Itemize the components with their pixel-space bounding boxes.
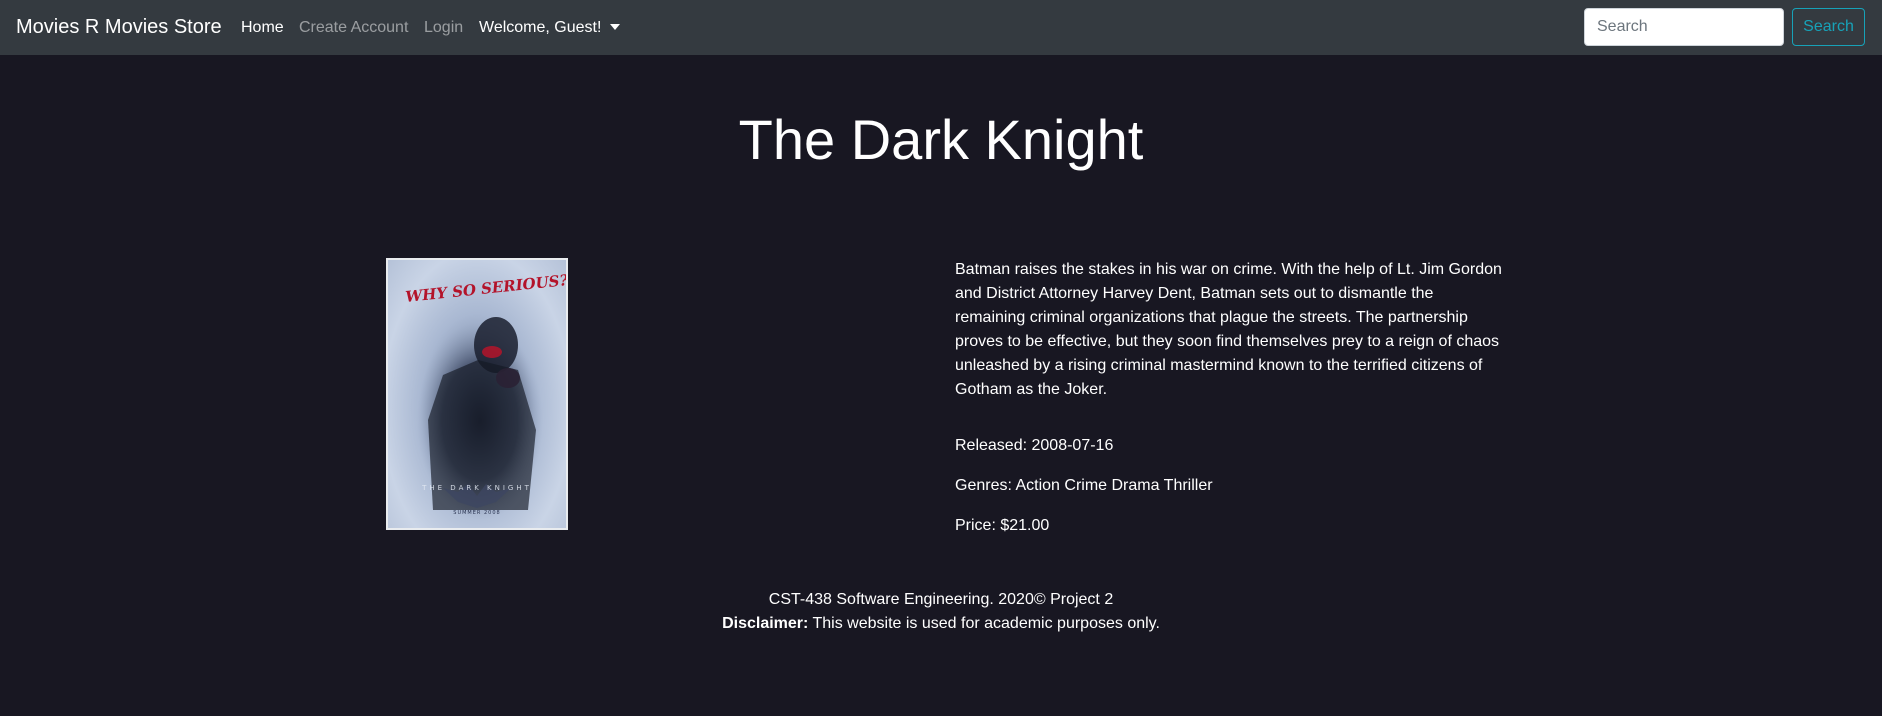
movie-genres: Genres: Action Crime Drama Thriller [955, 477, 1213, 494]
user-dropdown-label: Welcome, Guest! [479, 18, 602, 36]
movie-description: Batman raises the stakes in his war on c… [955, 261, 1502, 398]
navbar: Movies R Movies Store Home Create Accoun… [0, 0, 1882, 55]
poster-title-text: THE DARK KNIGHT [421, 484, 532, 492]
poster-date-text: SUMMER 2008 [453, 510, 500, 516]
nav-home-link[interactable]: Home [241, 0, 284, 55]
movie-title: The Dark Knight [738, 108, 1144, 171]
user-dropdown-toggle[interactable]: Welcome, Guest! [479, 0, 621, 55]
nav-login-link[interactable]: Login [424, 0, 463, 55]
brand-link[interactable]: Movies R Movies Store [16, 0, 222, 55]
footer: CST-438 Software Engineering. 2020© Proj… [0, 588, 1882, 636]
search-input[interactable] [1584, 8, 1784, 46]
disclaimer-label: Disclaimer: [722, 615, 809, 632]
footer-copyright: CST-438 Software Engineering. 2020© Proj… [768, 591, 1114, 608]
movie-release-date: Released: 2008-07-16 [955, 437, 1114, 454]
caret-down-icon [610, 23, 621, 30]
search-button[interactable]: Search [1792, 8, 1865, 46]
nav-create-account-link[interactable]: Create Account [299, 0, 408, 55]
movie-poster-image: WHY SO SERIOUS? THE DARK KNIGHT SUMMER 2… [386, 258, 568, 530]
movie-price: Price: $21.00 [955, 517, 1050, 534]
footer-disclaimer: Disclaimer: This website is used for aca… [0, 612, 1882, 636]
disclaimer-text: This website is used for academic purpos… [808, 615, 1160, 632]
